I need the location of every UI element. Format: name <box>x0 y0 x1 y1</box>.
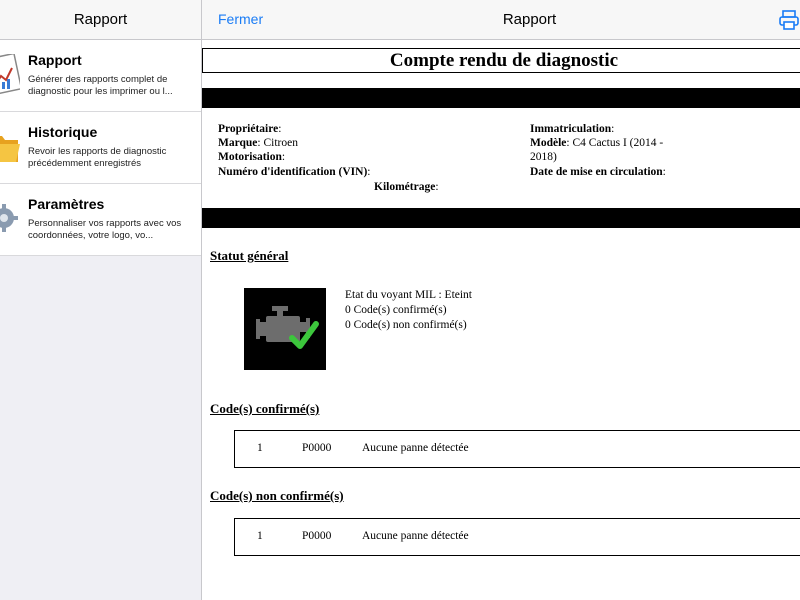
code-description: Aucune panne détectée <box>362 442 469 454</box>
code-index: 1 <box>257 442 263 454</box>
sidebar-nav-bar: Rapport <box>0 0 201 40</box>
brand-value: Citroen <box>263 137 298 149</box>
brand-label: Marque <box>218 137 258 149</box>
code-value: P0000 <box>302 442 332 454</box>
vin-field: Numéro d'identification (VIN): <box>218 166 371 178</box>
sidebar-menu: Rapport Générer des rapports complet de … <box>0 40 201 256</box>
sidebar: Rapport Rapport Générer des rapports com… <box>0 0 202 600</box>
report-chart-icon <box>0 54 20 94</box>
mil-status-line: Etat du voyant MIL : Eteint <box>345 289 473 301</box>
code-description: Aucune panne détectée <box>362 530 469 542</box>
header-divider-bar <box>202 88 800 108</box>
plate-field: Immatriculation: <box>530 123 615 135</box>
unconfirmed-count-line: 0 Code(s) non confirmé(s) <box>345 319 467 331</box>
menu-item-title: Historique <box>28 124 98 140</box>
report-pane: Fermer Rapport Compte rendu de diagnosti… <box>202 0 800 600</box>
unconfirmed-codes-heading: Code(s) non confirmé(s) <box>210 488 344 503</box>
printer-icon[interactable] <box>778 9 800 31</box>
report-title: Compte rendu de diagnostic <box>202 48 800 73</box>
registration-date-label: Date de mise en circulation <box>530 166 663 178</box>
engine-check-icon <box>244 288 326 370</box>
menu-item-title: Paramètres <box>28 196 105 212</box>
general-status-heading: Statut général <box>210 248 289 263</box>
brand-field: Marque: Citroen <box>218 137 298 149</box>
mileage-label: Kilométrage <box>374 181 436 193</box>
confirmed-codes-heading: Code(s) confirmé(s) <box>210 401 320 416</box>
table-row: 1 P0000 Aucune panne détectée <box>234 518 800 556</box>
menu-item-parametres[interactable]: Paramètres Personnaliser vos rapports av… <box>0 184 201 256</box>
report-document: Compte rendu de diagnostic Propriétaire:… <box>202 40 800 600</box>
mileage-field: Kilométrage: <box>374 181 439 193</box>
sidebar-title: Rapport <box>73 11 128 28</box>
model-field: Modèle: C4 Cactus I (2014 - <box>530 137 664 149</box>
model-value-continued: 2018) <box>530 151 557 163</box>
menu-item-description: Générer des rapports complet de diagnost… <box>28 74 173 97</box>
owner-field: Propriétaire: <box>218 123 282 135</box>
folder-icon <box>0 136 20 162</box>
engine-label: Motorisation <box>218 151 282 163</box>
gear-icon <box>0 204 18 232</box>
menu-item-historique[interactable]: Historique Revoir les rapports de diagno… <box>0 112 201 184</box>
engine-field: Motorisation: <box>218 151 286 163</box>
menu-item-rapport[interactable]: Rapport Générer des rapports complet de … <box>0 40 201 112</box>
confirmed-count-line: 0 Code(s) confirmé(s) <box>345 304 447 316</box>
table-row: 1 P0000 Aucune panne détectée <box>234 430 800 468</box>
code-value: P0000 <box>302 530 332 542</box>
model-label: Modèle <box>530 137 567 149</box>
registration-date-field: Date de mise en circulation: <box>530 166 666 178</box>
menu-item-description: Revoir les rapports de diagnostic précéd… <box>28 146 167 169</box>
vin-label: Numéro d'identification (VIN) <box>218 166 368 178</box>
menu-item-title: Rapport <box>28 52 82 68</box>
owner-label: Propriétaire <box>218 123 279 135</box>
model-value: C4 Cactus I (2014 - <box>572 137 664 149</box>
plate-label: Immatriculation <box>530 123 612 135</box>
report-nav-bar: Fermer Rapport <box>202 0 800 40</box>
report-nav-title: Rapport <box>502 11 557 28</box>
info-divider-bar <box>202 208 800 228</box>
menu-item-description: Personnaliser vos rapports avec vos coor… <box>28 218 182 241</box>
code-index: 1 <box>257 530 263 542</box>
